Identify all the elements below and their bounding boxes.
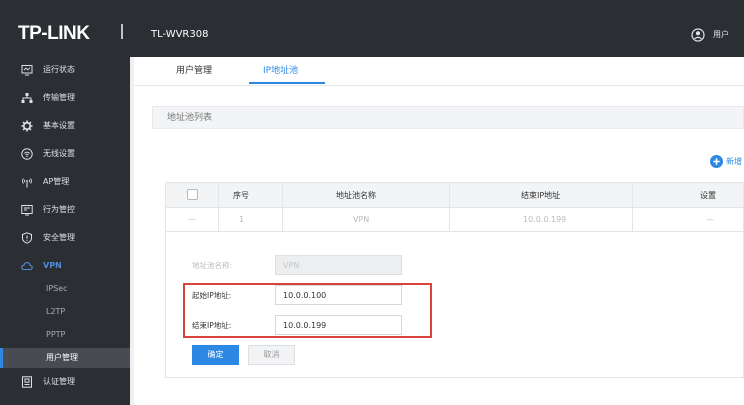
column-divider — [218, 208, 219, 232]
tab-ip-pool[interactable]: IP地址池 — [263, 65, 298, 77]
section-header: 地址池列表 — [152, 106, 744, 129]
pool-name-label: 地址池名称: — [192, 261, 233, 270]
sidebar-item-behavior[interactable]: 行为管控 — [0, 200, 130, 220]
shield-icon — [22, 232, 32, 244]
sidebar-item-label: VPN — [43, 261, 62, 270]
row-pool-name: VPN — [353, 215, 370, 224]
sidebar-subitem-label: 用户管理 — [46, 353, 78, 362]
wifi-icon — [21, 148, 33, 160]
cancel-button[interactable]: 取消 — [248, 345, 295, 365]
active-tab-indicator — [249, 82, 325, 84]
add-icon[interactable] — [710, 155, 723, 168]
column-divider — [282, 208, 283, 232]
sidebar-item-wireless[interactable]: 无线设置 — [0, 144, 130, 164]
column-divider — [449, 183, 450, 207]
gear-icon — [21, 120, 33, 132]
select-all-checkbox[interactable] — [187, 189, 198, 200]
logo-divider — [121, 24, 123, 39]
row-checkbox-placeholder: — — [188, 215, 196, 224]
table-row[interactable]: — 1 VPN 10.0.0.199 — — [165, 208, 744, 232]
monitor-icon — [21, 65, 33, 76]
sidebar-item-label: 无线设置 — [43, 149, 75, 158]
column-divider — [282, 183, 283, 207]
sidebar-item-label: 传输管理 — [43, 93, 75, 102]
tab-bar: 用户管理 IP地址池 — [134, 57, 744, 86]
sidebar-item-basic-settings[interactable]: 基本设置 — [0, 116, 130, 136]
sidebar-item-auth[interactable]: 认证管理 — [0, 372, 130, 392]
sidebar-subitem-label: L2TP — [46, 307, 66, 316]
sidebar-item-transfer[interactable]: 传输管理 — [0, 88, 130, 108]
content-divider — [130, 57, 134, 405]
tab-user-management[interactable]: 用户管理 — [176, 65, 212, 77]
device-model: TL-WVR308 — [151, 29, 209, 40]
row-settings[interactable]: — — [706, 215, 714, 225]
sidebar-subitem-ipsec[interactable]: IPSec — [0, 279, 130, 299]
antenna-icon — [22, 178, 32, 188]
sidebar-subitem-l2tp[interactable]: L2TP — [0, 302, 130, 322]
column-divider — [632, 208, 633, 232]
section-title: 地址池列表 — [167, 113, 213, 123]
column-header-pool-name: 地址池名称 — [336, 191, 376, 200]
column-divider — [632, 183, 633, 207]
sidebar-item-label: 安全管理 — [43, 233, 75, 242]
sidebar-item-status[interactable]: 运行状态 — [0, 60, 130, 80]
cloud-icon — [21, 262, 33, 271]
sidebar-subitem-pptp[interactable]: PPTP — [0, 325, 130, 345]
auth-icon — [22, 376, 32, 388]
column-divider — [449, 208, 450, 232]
sidebar-item-label: AP管理 — [43, 177, 70, 186]
column-divider — [218, 183, 219, 207]
sidebar-subitem-user-management[interactable]: 用户管理 — [0, 348, 130, 368]
confirm-button[interactable]: 确定 — [192, 345, 239, 365]
brand-logo: TP-LINK — [18, 23, 90, 44]
column-header-settings: 设置 — [700, 191, 716, 200]
sidebar-item-label: 认证管理 — [43, 377, 75, 386]
table-header: 序号 地址池名称 结束IP地址 设置 — [165, 182, 744, 208]
pool-name-field[interactable] — [275, 255, 402, 275]
sidebar-subitem-label: IPSec — [46, 284, 68, 293]
sidebar-item-vpn[interactable]: VPN — [0, 256, 130, 276]
sidebar-item-label: 行为管控 — [43, 205, 75, 214]
sidebar-item-ap[interactable]: AP管理 — [0, 172, 130, 192]
top-bar: TP-LINK TL-WVR308 用户 — [0, 0, 744, 57]
user-icon[interactable] — [691, 28, 705, 42]
sidebar-item-security[interactable]: 安全管理 — [0, 228, 130, 248]
annotation-highlight-box — [183, 283, 432, 338]
column-header-index: 序号 — [233, 191, 249, 200]
sidebar-item-label: 基本设置 — [43, 121, 75, 130]
network-tree-icon — [21, 93, 33, 103]
sidebar: 运行状态 传输管理 基本设置 无线设置 AP管理 行为管控 安全管理 VPN I… — [0, 57, 130, 405]
sidebar-item-label: 运行状态 — [43, 65, 75, 74]
user-menu-label[interactable]: 用户 — [713, 30, 729, 40]
behavior-control-icon — [21, 205, 33, 216]
column-header-end-ip: 结束IP地址 — [521, 191, 561, 200]
row-index: 1 — [239, 215, 245, 224]
sidebar-subitem-label: PPTP — [46, 330, 66, 339]
add-button[interactable]: 新增 — [726, 157, 742, 167]
row-end-ip: 10.0.0.199 — [523, 215, 567, 224]
